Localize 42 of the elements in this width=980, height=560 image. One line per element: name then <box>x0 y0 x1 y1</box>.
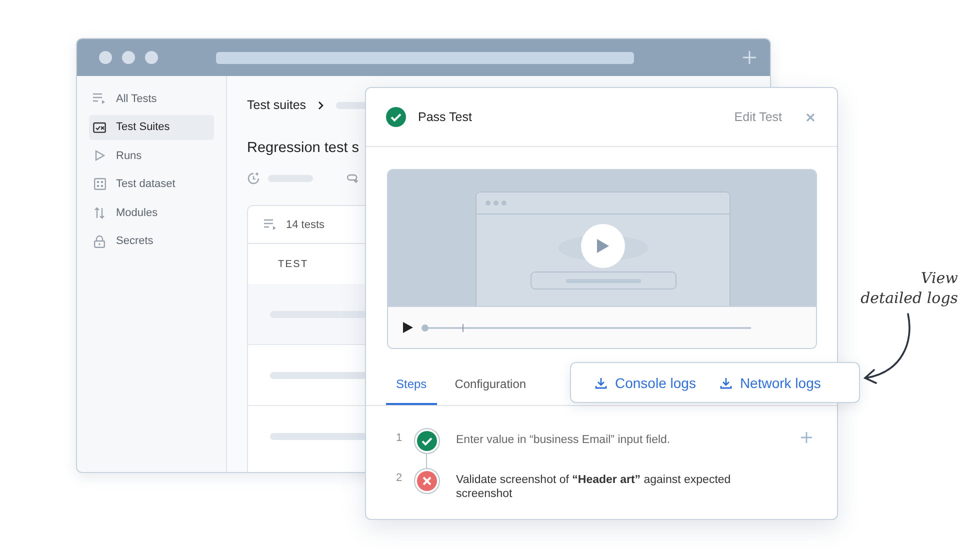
sidebar-item[interactable]: Secrets <box>89 228 214 254</box>
play-icon <box>94 150 104 161</box>
window-dot <box>122 51 135 64</box>
download-icon <box>595 376 607 388</box>
step-number: 1 <box>396 431 404 444</box>
step-text: Enter value in “business Email” input field. <box>456 433 672 448</box>
sidebar-item[interactable]: Modules <box>89 200 214 225</box>
clock-icon <box>247 172 260 185</box>
download-icon <box>720 376 732 388</box>
log-download-button[interactable]: Network logs <box>720 374 821 390</box>
tab[interactable]: Steps <box>386 367 437 405</box>
sidebar-item[interactable]: Test Suites <box>89 114 214 140</box>
step-number: 2 <box>396 471 404 484</box>
folder-icon <box>93 122 106 132</box>
edit-button[interactable]: Edit Test <box>734 110 782 124</box>
sidebar-item[interactable]: Runs <box>89 143 214 168</box>
window-dot <box>145 51 158 64</box>
sidebar-item[interactable]: Test dataset <box>89 172 214 196</box>
window-dot <box>99 51 112 64</box>
check-circle-icon <box>386 107 406 127</box>
list-icon <box>264 219 277 230</box>
play-icon[interactable] <box>403 322 413 333</box>
step-text: Validate screenshot of “Header art” against expected screenshot <box>456 473 732 502</box>
dialog-title: Pass Test <box>418 110 472 124</box>
tab[interactable]: Configuration <box>444 367 536 405</box>
chevron-icon <box>318 100 324 110</box>
grid-icon <box>94 178 106 190</box>
progress-track[interactable] <box>421 322 753 332</box>
log-download-button[interactable]: Console logs <box>595 374 696 390</box>
sidebar-item[interactable]: All Tests <box>89 86 214 111</box>
sort-icon <box>94 206 105 218</box>
link-icon <box>347 174 361 184</box>
breadcrumb-link[interactable]: Test suites <box>247 98 306 112</box>
column-header: TEST <box>278 258 308 270</box>
play-icon <box>596 238 610 254</box>
close-icon[interactable] <box>806 112 815 122</box>
lock-icon <box>94 234 105 248</box>
plus-icon[interactable] <box>743 51 756 64</box>
annotation-text: View detailed logs <box>860 268 958 308</box>
list-icon <box>93 93 106 104</box>
page-heading: Regression test s <box>247 140 360 156</box>
test-count: 14 tests <box>286 218 325 230</box>
